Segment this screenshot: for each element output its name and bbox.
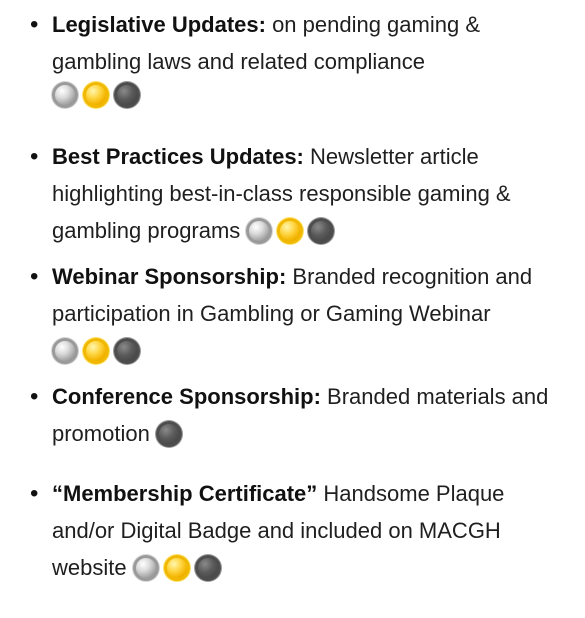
- tier-badges: [52, 82, 572, 116]
- benefit-best-practices-updates: • Best Practices Updates: Newsletter art…: [30, 138, 572, 255]
- tier-badges: [155, 421, 187, 458]
- platinum-medal-icon: [114, 82, 140, 108]
- bullet: •: [30, 143, 39, 170]
- silver-medal-icon: [132, 555, 159, 581]
- benefit-webinar-sponsorship: • Webinar Sponsorship: Branded recogniti…: [30, 258, 572, 375]
- platinum-medal-icon: [114, 338, 140, 364]
- benefit-conference-sponsorship: • Conference Sponsorship: Branded materi…: [30, 378, 572, 458]
- benefit-title: “Membership Certificate”: [52, 481, 318, 506]
- bullet: •: [30, 480, 39, 507]
- benefit-legislative-updates: • Legislative Updates: on pending gaming…: [30, 6, 572, 116]
- gold-medal-icon: [163, 555, 190, 581]
- silver-medal-icon: [52, 82, 78, 108]
- silver-medal-icon: [246, 218, 273, 244]
- tier-badges: [246, 218, 339, 255]
- bullet: •: [30, 383, 39, 410]
- benefit-title: Conference Sponsorship:: [52, 384, 321, 409]
- tier-badges: [52, 338, 145, 375]
- benefit-title: Best Practices Updates:: [52, 144, 304, 169]
- tier-badges: [132, 555, 226, 592]
- gold-medal-icon: [277, 218, 304, 244]
- silver-medal-icon: [52, 338, 78, 364]
- benefit-membership-certificate: • “Membership Certificate” Handsome Plaq…: [30, 475, 572, 592]
- bullet: •: [30, 11, 39, 38]
- gold-medal-icon: [83, 338, 109, 364]
- platinum-medal-icon: [194, 555, 221, 581]
- gold-medal-icon: [83, 82, 109, 108]
- benefit-title: Webinar Sponsorship:: [52, 264, 287, 289]
- platinum-medal-icon: [308, 218, 335, 244]
- platinum-medal-icon: [155, 421, 182, 447]
- bullet: •: [30, 263, 39, 290]
- benefit-title: Legislative Updates:: [52, 12, 266, 37]
